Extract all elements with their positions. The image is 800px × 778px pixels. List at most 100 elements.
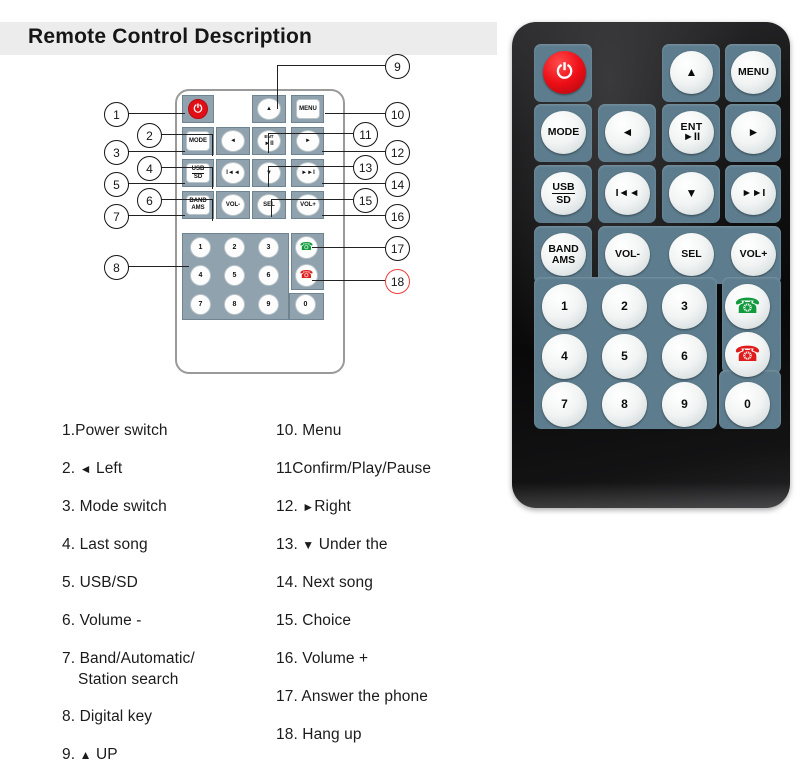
- photo-button-bandams[interactable]: BAND AMS: [541, 233, 586, 276]
- callout-14[interactable]: 14: [385, 172, 410, 197]
- photo-sel-label: SEL: [681, 248, 702, 261]
- photo-button-right[interactable]: ►: [731, 111, 776, 154]
- callout-17[interactable]: 17: [385, 236, 410, 261]
- diagram-button-prev[interactable]: I◄◄: [221, 162, 245, 184]
- photo-button-volplus[interactable]: VOL+: [731, 233, 776, 276]
- callout-11[interactable]: 11: [353, 122, 378, 147]
- diagram-key-4-label: 4: [198, 272, 203, 279]
- diagram-button-sel[interactable]: SEL: [257, 194, 281, 216]
- photo-key-7[interactable]: 7: [542, 382, 587, 427]
- photo-button-left[interactable]: ◄: [605, 111, 650, 154]
- legend-item-9-text: UP: [95, 746, 118, 763]
- diagram-key-7[interactable]: 7: [190, 294, 211, 315]
- callout-13-label: 13: [358, 160, 373, 175]
- callout-15[interactable]: 15: [353, 188, 378, 213]
- photo-key-6[interactable]: 6: [662, 334, 707, 379]
- leader-line-18: [312, 280, 385, 281]
- diagram-prev-label: I◄◄: [226, 170, 240, 176]
- legend-item-11-text: Confirm/Play/Pause: [292, 460, 432, 477]
- photo-button-sel[interactable]: SEL: [669, 233, 714, 276]
- leader-line-17: [312, 247, 385, 248]
- legend-item-2-number: 2.: [62, 460, 76, 477]
- legend-item-17-text: Answer the phone: [301, 688, 428, 705]
- legend-item-8-text: Digital key: [79, 708, 153, 725]
- legend-item-16-number: 16.: [276, 650, 298, 667]
- legend-item-18-number: 18.: [276, 726, 298, 743]
- photo-key-5-label: 5: [621, 349, 628, 364]
- photo-key-2[interactable]: 2: [602, 284, 647, 329]
- diagram-key-5[interactable]: 5: [224, 265, 245, 286]
- callout-9[interactable]: 9: [385, 54, 410, 79]
- photo-key-1[interactable]: 1: [542, 284, 587, 329]
- callout-10[interactable]: 10: [385, 102, 410, 127]
- diagram-key-6[interactable]: 6: [258, 265, 279, 286]
- callout-10-label: 10: [390, 107, 405, 122]
- photo-key-0[interactable]: 0: [725, 382, 770, 427]
- leader-drop-15: [271, 199, 272, 217]
- legend-item-12-text: Right: [314, 498, 351, 515]
- photo-button-power[interactable]: ⏻: [543, 51, 586, 94]
- diagram-key-0[interactable]: 0: [295, 294, 316, 315]
- photo-right-label: ►: [747, 125, 760, 140]
- legend-item-4-number: 4.: [62, 536, 76, 553]
- leader-line-4: [160, 167, 212, 168]
- legend-item-13-number: 13.: [276, 536, 298, 553]
- photo-key-3[interactable]: 3: [662, 284, 707, 329]
- photo-button-mode[interactable]: MODE: [541, 111, 586, 154]
- photo-key-9[interactable]: 9: [662, 382, 707, 427]
- diagram-button-usbsd[interactable]: USB SD: [186, 163, 210, 183]
- callout-16[interactable]: 16: [385, 204, 410, 229]
- diagram-button-volminus[interactable]: VOL-: [221, 194, 245, 216]
- photo-key-5[interactable]: 5: [602, 334, 647, 379]
- diagram-key-8[interactable]: 8: [224, 294, 245, 315]
- callout-12[interactable]: 12: [385, 140, 410, 165]
- photo-button-next[interactable]: ►►I: [731, 172, 776, 215]
- diagram-button-bandams[interactable]: BAND AMS: [186, 195, 210, 215]
- callout-1[interactable]: 1: [104, 102, 129, 127]
- diagram-key-4[interactable]: 4: [190, 265, 211, 286]
- callout-6[interactable]: 6: [137, 188, 162, 213]
- leader-line-3: [127, 151, 185, 152]
- callout-5[interactable]: 5: [104, 172, 129, 197]
- leader-line-8: [127, 266, 189, 267]
- callout-8[interactable]: 8: [104, 255, 129, 280]
- diagram-key-1[interactable]: 1: [190, 237, 211, 258]
- photo-key-8[interactable]: 8: [602, 382, 647, 427]
- photo-button-up[interactable]: ▲: [670, 51, 713, 94]
- photo-button-volminus[interactable]: VOL-: [605, 233, 650, 276]
- diagram-button-menu[interactable]: MENU: [296, 99, 320, 119]
- callout-4[interactable]: 4: [137, 156, 162, 181]
- callout-2[interactable]: 2: [137, 123, 162, 148]
- diagram-menu-label: MENU: [299, 106, 317, 112]
- diagram-key-7-label: 7: [198, 301, 203, 308]
- photo-button-down[interactable]: ▼: [669, 172, 714, 215]
- callout-3[interactable]: 3: [104, 140, 129, 165]
- leader-line-14: [322, 183, 385, 184]
- photo-button-ent[interactable]: ENT ►II: [669, 111, 714, 154]
- diagram-button-hangup-call[interactable]: ☎: [295, 264, 318, 287]
- diagram-key-3[interactable]: 3: [258, 237, 279, 258]
- photo-volplus-label: VOL+: [739, 248, 768, 261]
- legend-item-3-text: Mode switch: [79, 498, 167, 515]
- diagram-key-2[interactable]: 2: [224, 237, 245, 258]
- photo-button-hangup-call[interactable]: ☎: [725, 332, 770, 377]
- diagram-button-left[interactable]: ◄: [221, 130, 245, 152]
- callout-13[interactable]: 13: [353, 155, 378, 180]
- photo-key-7-label: 7: [561, 397, 568, 412]
- photo-button-menu[interactable]: MENU: [731, 51, 776, 94]
- callout-18[interactable]: 18: [385, 269, 410, 294]
- diagram-sel-label: SEL: [263, 202, 275, 208]
- photo-button-answer-call[interactable]: ☎: [725, 284, 770, 329]
- leader-line-15: [271, 199, 353, 200]
- photo-button-usbsd[interactable]: USB SD: [541, 172, 586, 215]
- diagram-button-power[interactable]: ⏻: [188, 99, 208, 119]
- photo-button-prev[interactable]: I◄◄: [605, 172, 650, 215]
- callout-7[interactable]: 7: [104, 204, 129, 229]
- photo-key-4[interactable]: 4: [542, 334, 587, 379]
- diagram-key-9[interactable]: 9: [258, 294, 279, 315]
- legend-item-10: 10. Menu: [276, 422, 341, 440]
- legend-item-18: 18. Hang up: [276, 726, 362, 744]
- diagram-volplus-label: VOL+: [300, 202, 316, 208]
- diagram-button-volplus[interactable]: VOL+: [296, 194, 320, 216]
- callout-2-label: 2: [146, 128, 153, 143]
